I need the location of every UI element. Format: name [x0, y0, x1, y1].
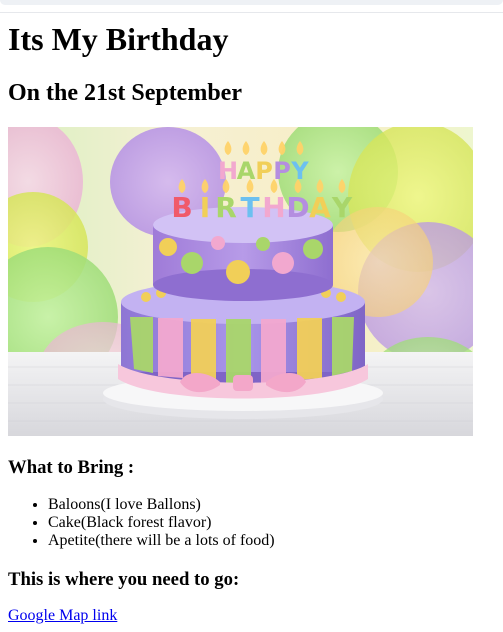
svg-text:D: D: [286, 191, 309, 224]
svg-text:I: I: [200, 191, 210, 224]
page-content: Its My Birthday On the 21st September H …: [8, 21, 496, 625]
svg-text:T: T: [240, 191, 259, 224]
bring-list: Baloons(I love Ballons) Cake(Black fores…: [8, 496, 496, 550]
svg-text:Y: Y: [290, 157, 309, 185]
svg-text:R: R: [215, 191, 237, 224]
bring-item-2: Cake(Black forest flavor): [48, 514, 496, 532]
bring-item-3: Apetite(there will be a lots of food): [48, 532, 496, 550]
page-title: Its My Birthday: [8, 21, 229, 57]
bring-item-1: Baloons(I love Ballons): [48, 496, 496, 514]
browser-top-strip: [0, 0, 503, 13]
birthday-cake-image: H A P P Y B I R T H D A Y: [8, 127, 473, 436]
bring-title: What to Bring :: [8, 457, 135, 478]
svg-text:P: P: [273, 157, 291, 185]
svg-text:A: A: [309, 191, 331, 224]
svg-text:H: H: [218, 157, 238, 185]
svg-text:A: A: [237, 157, 256, 185]
browser-top-bar: [0, 0, 503, 5]
svg-text:P: P: [255, 157, 273, 185]
svg-text:H: H: [262, 191, 285, 224]
page-subtitle: On the 21st September: [8, 80, 242, 106]
location-title: This is where you need to go:: [8, 569, 240, 590]
google-map-link[interactable]: Google Map link: [8, 607, 117, 625]
svg-text:Y: Y: [331, 191, 353, 224]
birthday-cake-photo-illustration: H A P P Y B I R T H D A Y: [8, 127, 473, 436]
svg-text:B: B: [171, 191, 192, 224]
